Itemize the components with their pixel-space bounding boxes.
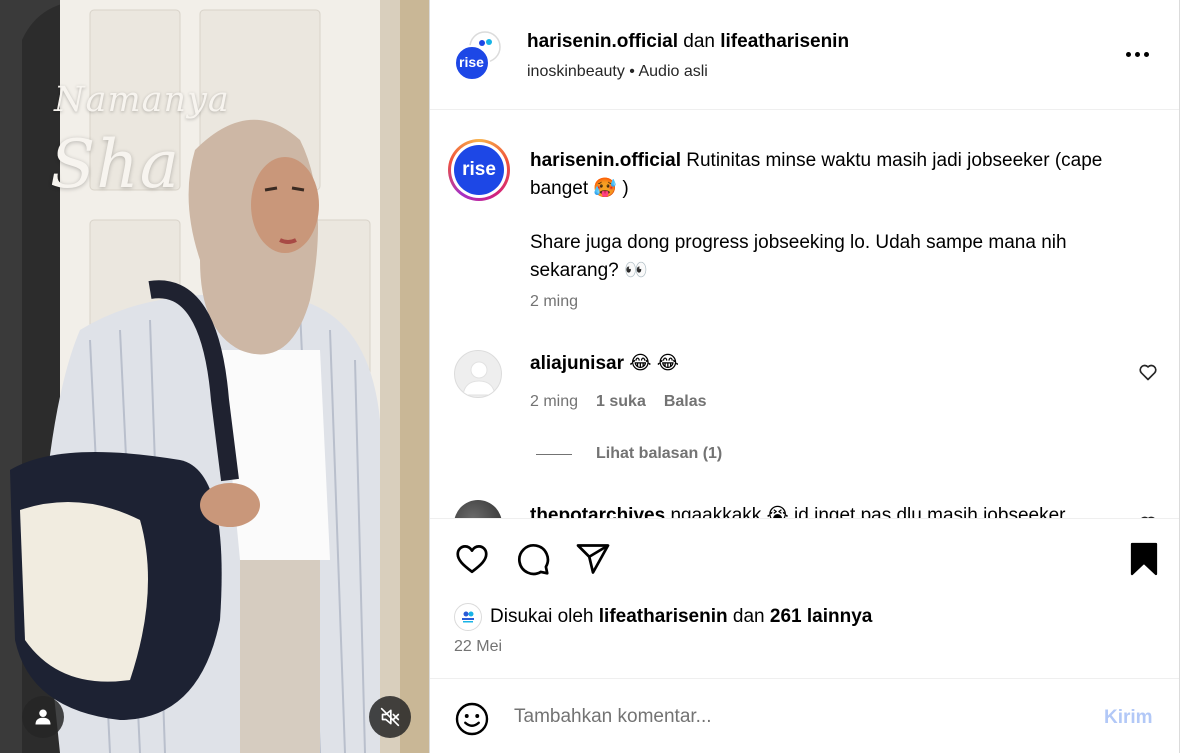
default-avatar-icon [462, 361, 496, 396]
audio-separator: • [629, 63, 635, 80]
add-comment-input[interactable] [514, 699, 1084, 735]
comment-text: 😂 😂 [629, 353, 679, 374]
view-replies-button[interactable]: Lihat balasan (1) [536, 445, 722, 463]
heart-outline-icon [1139, 364, 1157, 381]
reply-button[interactable]: Balas [664, 393, 707, 411]
user-icon [35, 709, 51, 725]
emoji-smile-icon [455, 702, 489, 736]
comment-bubble-icon [518, 544, 550, 576]
comment-avatar[interactable] [454, 350, 502, 398]
comment-likes[interactable]: 1 suka [596, 393, 646, 411]
liker-avatar[interactable] [454, 603, 482, 631]
more-options-button[interactable] [1122, 42, 1152, 66]
caption-line2: Share juga dong progress jobseeking lo. … [530, 232, 1067, 281]
brand-logo-avatar: rise [454, 145, 504, 195]
comment-meta: 2 ming 1 suka Balas [530, 393, 707, 411]
bookmark-filled-icon [1130, 542, 1158, 576]
caption-timestamp[interactable]: 2 ming [530, 293, 578, 311]
liked-by-others[interactable]: 261 lainnya [770, 606, 872, 628]
comment-text: ngaakkakk 😭 id inget pas dlu masih jobse… [670, 505, 1066, 518]
comments-list[interactable]: rise harisenin.official Rutinitas minse … [430, 110, 1179, 518]
avatar-ring-gap: rise [451, 142, 507, 198]
audio-label-link[interactable]: Audio asli [638, 63, 707, 80]
audio-owner-link[interactable]: inoskinbeauty [527, 63, 625, 80]
avatar-logo-text: rise [459, 54, 484, 70]
comment-button[interactable] [515, 541, 551, 582]
liked-by-prefix: Disukai oleh [490, 606, 594, 627]
liked-by-joiner: dan [732, 606, 765, 627]
heart-icon [456, 545, 488, 574]
liked-by-user[interactable]: lifeatharisenin [599, 606, 728, 628]
mute-toggle-button[interactable] [369, 696, 411, 738]
likes-summary: Disukai oleh lifeatharisenin dan 261 lai… [454, 603, 872, 631]
like-button[interactable] [454, 541, 490, 582]
speaker-muted-icon [380, 707, 400, 727]
comment-username[interactable]: aliajunisar [530, 353, 624, 374]
comment-avatar[interactable] [454, 500, 502, 518]
comment-body: thepotarchives ngaakkakk 😭 id inget pas … [530, 504, 1065, 518]
authors-joiner: dan [683, 31, 715, 52]
replies-divider-line [536, 453, 572, 455]
post-details-panel: rise harisenin.official dan lifeatharise… [429, 0, 1180, 753]
comment-username[interactable]: thepotarchives [530, 505, 665, 518]
emoji-picker-button[interactable] [454, 701, 490, 742]
coauthor-username[interactable]: lifeatharisenin [720, 31, 849, 52]
post-authors: harisenin.official dan lifeatharisenin [527, 31, 849, 53]
reel-video[interactable]: Namanya Sha [0, 0, 429, 753]
paper-plane-icon [576, 544, 610, 574]
audio-attribution: inoskinbeauty • Audio asli [527, 63, 708, 81]
more-dot [1125, 51, 1131, 57]
save-button[interactable] [1126, 541, 1162, 582]
caption-author-avatar[interactable]: rise [448, 139, 510, 201]
liker-avatar-icon [462, 611, 474, 623]
overlay-caption-line2: Sha [50, 126, 181, 203]
view-replies-label: Lihat balasan (1) [596, 445, 723, 462]
post-date[interactable]: 22 Mei [454, 638, 502, 656]
post-header: rise harisenin.official dan lifeatharise… [430, 0, 1179, 110]
post-actions: Disukai oleh lifeatharisenin dan 261 lai… [430, 518, 1179, 678]
more-dot [1143, 51, 1149, 57]
comment-composer: Kirim [430, 678, 1179, 753]
caption-username[interactable]: harisenin.official [530, 150, 681, 171]
comment-like-button[interactable] [1138, 362, 1158, 387]
collab-avatars[interactable]: rise [452, 30, 502, 82]
more-dot [1134, 51, 1140, 57]
post-comment-button[interactable]: Kirim [1104, 707, 1153, 729]
comment-timestamp[interactable]: 2 ming [530, 393, 578, 411]
post-caption: harisenin.official Rutinitas minse waktu… [530, 147, 1160, 285]
share-button[interactable] [575, 541, 611, 582]
comment-body: aliajunisar 😂 😂 [530, 352, 679, 375]
tagged-users-button[interactable] [22, 696, 64, 738]
overlay-caption-line1: Namanya [54, 80, 230, 120]
author-username[interactable]: harisenin.official [527, 31, 678, 52]
